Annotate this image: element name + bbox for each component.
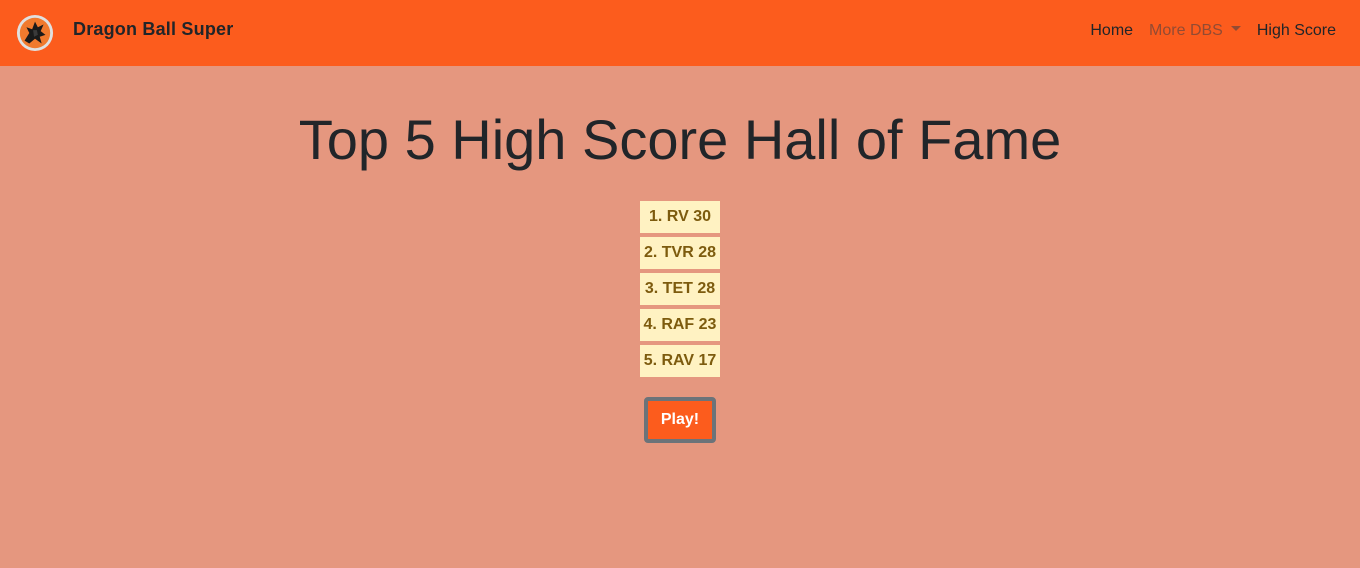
nav-more-dbs-label: More DBS (1149, 22, 1223, 39)
chevron-down-icon (1230, 26, 1241, 32)
page-title: Top 5 High Score Hall of Fame (298, 108, 1062, 171)
score-item-1: 1. RV 30 (640, 201, 720, 233)
nav-more-dbs-dropdown[interactable]: More DBS (1149, 22, 1241, 40)
high-score-list: 1. RV 30 2. TVR 28 3. TET 28 4. RAF 23 5… (640, 201, 720, 381)
nav-links: Home More DBS High Score (1074, 22, 1336, 40)
nav-high-score-link[interactable]: High Score (1257, 22, 1336, 40)
brand-link[interactable]: Dragon Ball Super (16, 13, 233, 53)
score-item-5: 5. RAV 17 (640, 345, 720, 377)
nav-home-link[interactable]: Home (1090, 22, 1133, 40)
brand-name: Dragon Ball Super (73, 18, 234, 39)
navbar: Dragon Ball Super Home More DBS High Sco… (0, 0, 1360, 66)
score-item-3: 3. TET 28 (640, 273, 720, 305)
play-button[interactable]: Play! (644, 397, 716, 443)
dragon-emblem-icon (16, 14, 54, 52)
score-item-2: 2. TVR 28 (640, 237, 720, 269)
score-item-4: 4. RAF 23 (640, 309, 720, 341)
